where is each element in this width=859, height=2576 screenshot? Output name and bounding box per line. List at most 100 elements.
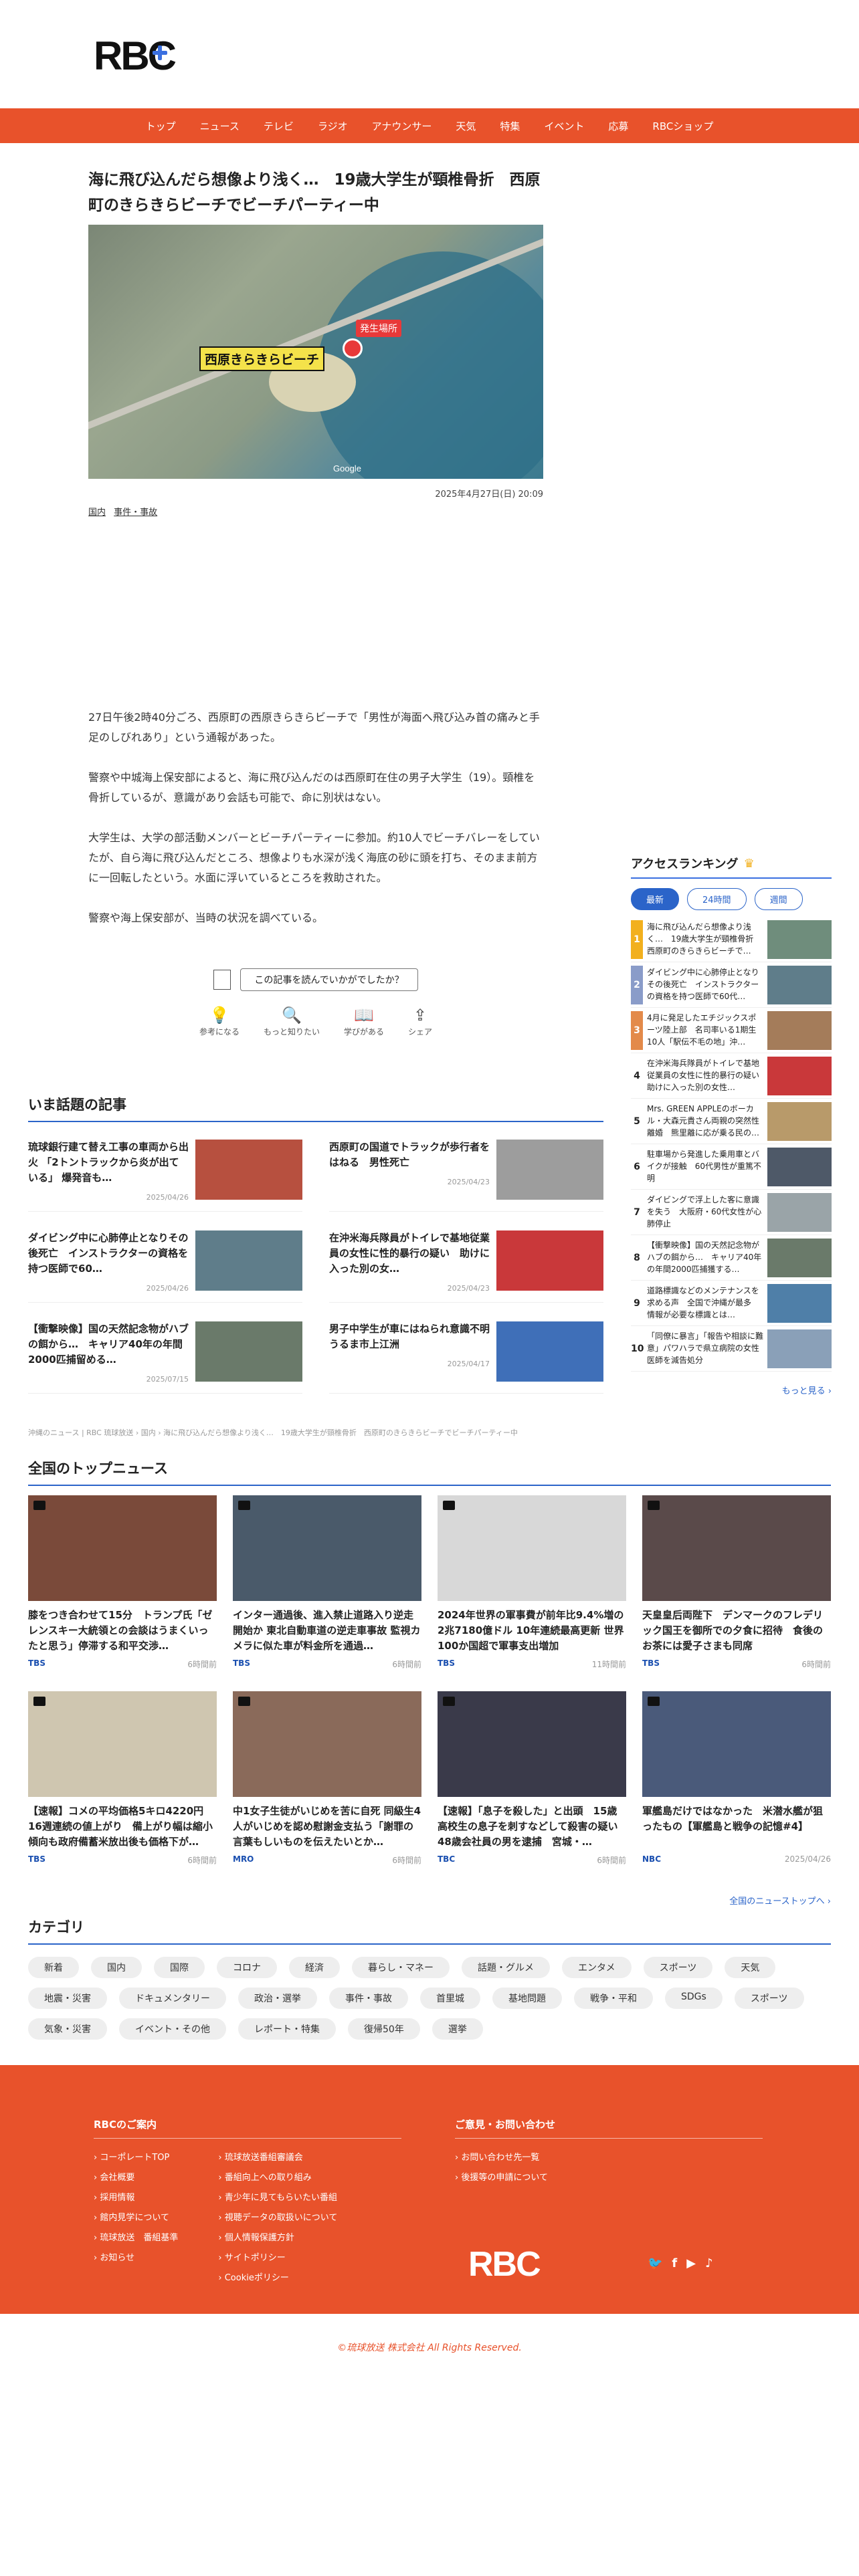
- category-chip[interactable]: 国際: [154, 1957, 205, 1978]
- footer-link[interactable]: 採用情報: [94, 2188, 178, 2208]
- footer-link[interactable]: 青少年に見てもらいたい番組: [218, 2188, 337, 2208]
- national-item[interactable]: 2024年世界の軍事費が前年比9.4%増の2兆7180億ドル 10年連続最高更新…: [438, 1495, 626, 1670]
- category-chip[interactable]: スポーツ: [734, 1988, 804, 2009]
- footer-about-title: RBCのご案内: [94, 2117, 401, 2139]
- nav-top[interactable]: トップ: [146, 119, 176, 133]
- ranking-thumb: [767, 1192, 832, 1232]
- footer-link[interactable]: お問い合わせ先一覧: [455, 2148, 763, 2168]
- trending-item[interactable]: ダイビング中に心肺停止となりその後死亡 インストラクターの資格を持つ医師で60……: [28, 1230, 302, 1303]
- reaction-share[interactable]: ⇪ シェア: [408, 1006, 432, 1037]
- footer-link[interactable]: 個人情報保護方針: [218, 2228, 337, 2248]
- category-chip[interactable]: 首里城: [420, 1988, 480, 2009]
- trending-item[interactable]: 男子中学生が車にはねられ意識不明 うるま市上江洲 2025/04/17: [329, 1321, 603, 1394]
- youtube-icon[interactable]: ▶: [686, 2256, 696, 2270]
- article-cat-link[interactable]: 事件・事故: [114, 508, 157, 518]
- footer-link[interactable]: 視聴データの取扱いについて: [218, 2208, 338, 2228]
- footer-link[interactable]: 会社概要: [94, 2168, 178, 2188]
- category-chip[interactable]: コロナ: [217, 1957, 277, 1978]
- footer-link[interactable]: Cookieポリシー: [218, 2268, 337, 2288]
- national-item[interactable]: 【速報】「息子を殺した」と出頭 15歳高校生の息子を刺すなどして殺害の疑い48歳…: [438, 1691, 626, 1866]
- footer-link[interactable]: 番組向上への取り組み: [218, 2168, 337, 2188]
- ranking-thumb: [767, 1010, 832, 1050]
- category-chip[interactable]: 基地問題: [492, 1988, 562, 2009]
- trending-item[interactable]: 琉球銀行建て替え工事の車両から出火 「2トントラックから炎が出ている」 爆発音も…: [28, 1140, 302, 1212]
- category-chip[interactable]: 復帰50年: [348, 2018, 420, 2040]
- ranking-item[interactable]: 9 道路標識などのメンテナンスを求める声 全国で沖縄が最多 情報が必要な標識とは…: [631, 1281, 832, 1326]
- book-icon: 📖: [354, 1006, 374, 1025]
- category-chip[interactable]: 戦争・平和: [574, 1988, 653, 2009]
- ranking-item[interactable]: 5 Mrs. GREEN APPLEのボーカル・大森元貴さん両親の突然性離婚 熊里…: [631, 1099, 832, 1144]
- category-chip[interactable]: スポーツ: [643, 1957, 713, 1978]
- nav-weather[interactable]: 天気: [456, 119, 476, 133]
- article-date: 2025年4月27日(日) 20:09: [435, 490, 543, 500]
- footer-link[interactable]: 琉球放送番組審議会: [218, 2148, 337, 2168]
- footer-link[interactable]: 館内見学について: [94, 2208, 178, 2228]
- trending-thumb: [496, 1321, 603, 1382]
- category-chip[interactable]: SDGs: [665, 1988, 723, 2009]
- category-chip[interactable]: ドキュメンタリー: [119, 1988, 226, 2009]
- footer-logo[interactable]: RBC: [468, 2244, 541, 2284]
- tab-24h[interactable]: 24時間: [687, 888, 747, 910]
- category-chip[interactable]: 政治・選挙: [238, 1988, 317, 2009]
- category-chip[interactable]: 経済: [289, 1957, 340, 1978]
- national-item[interactable]: 【速報】コメの平均価格5キロ4220円 16週連続の値上がり 備上がり幅は縮小傾…: [28, 1691, 217, 1866]
- ranking-item[interactable]: 10 「同僚に暴言」「報告や相談に難意」パワハラで県立病院の女性医師を減告処分: [631, 1326, 832, 1372]
- reaction-helpful[interactable]: 💡 参考になる: [199, 1006, 240, 1037]
- nav-announcer[interactable]: アナウンサー: [372, 119, 432, 133]
- trending-item[interactable]: 在沖米海兵隊員がトイレで基地従業員の女性に性的暴行の疑い 助けに入った別の女… 2…: [329, 1230, 603, 1303]
- category-chip[interactable]: 選挙: [432, 2018, 483, 2040]
- category-chip[interactable]: 話題・グルメ: [462, 1957, 550, 1978]
- ranking-item[interactable]: 7 ダイビングで浮上した客に意識を失う 大阪府・60代女性が心肺停止: [631, 1190, 832, 1235]
- category-chip[interactable]: レポート・特集: [238, 2018, 336, 2040]
- category-chip[interactable]: 気象・災害: [28, 2018, 107, 2040]
- category-chip[interactable]: 暮らし・マネー: [352, 1957, 450, 1978]
- category-chip[interactable]: 新着: [28, 1957, 79, 1978]
- national-item[interactable]: インター通過後、進入禁止道路入り逆走開始か 東北自動車道の逆走車事故 監視カメラ…: [233, 1495, 421, 1670]
- reaction-prompt-button[interactable]: この記事を読んでいかがでしたか？: [240, 968, 418, 991]
- category-chip[interactable]: イベント・その他: [119, 2018, 226, 2040]
- reaction-learn[interactable]: 📖 学びがある: [344, 1006, 384, 1037]
- national-item[interactable]: 膝をつき合わせて15分 トランプ氏「ゼレンスキー大統領との会談はうまくいったと思…: [28, 1495, 217, 1670]
- footer-link[interactable]: お知らせ: [94, 2248, 178, 2268]
- category-chip[interactable]: 天気: [725, 1957, 776, 1978]
- nav-apply[interactable]: 応募: [608, 119, 628, 133]
- reaction-want-more[interactable]: 🔍 もっと知りたい: [264, 1006, 320, 1037]
- tab-latest[interactable]: 最新: [631, 888, 680, 910]
- category-chip[interactable]: 地震・災害: [28, 1988, 107, 2009]
- video-icon: [33, 1501, 45, 1510]
- category-chip[interactable]: エンタメ: [562, 1957, 632, 1978]
- ranking-item[interactable]: 1 海に飛び込んだら想像より浅く… 19歳大学生が頸椎骨折 西原町のきらきらビーチ…: [631, 917, 832, 962]
- nav-event[interactable]: イベント: [544, 119, 584, 133]
- ranking-item[interactable]: 3 4月に発足したエチジックスポーツ陸上部 名司率いる1期生10人「駅伝不毛の地」…: [631, 1008, 832, 1053]
- tab-weekly[interactable]: 週間: [754, 888, 803, 910]
- national-more-link[interactable]: 全国のニューストップへ ›: [28, 1894, 831, 1907]
- trending-item[interactable]: 西原町の国道でトラックが歩行者をはねる 男性死亡 2025/04/23: [329, 1140, 603, 1212]
- nav-tv[interactable]: テレビ: [264, 119, 294, 133]
- map-pin-icon: [343, 338, 363, 358]
- article-cat-link[interactable]: 国内: [88, 508, 106, 518]
- trending-item[interactable]: 【衝撃映像】国の天然記念物がハブの餌から… キャリア40年の年間2000匹捕留め…: [28, 1321, 302, 1394]
- nav-radio[interactable]: ラジオ: [318, 119, 348, 133]
- category-chip[interactable]: 国内: [91, 1957, 142, 1978]
- nav-feature[interactable]: 特集: [500, 119, 520, 133]
- footer-link[interactable]: コーポレートTOP: [94, 2148, 178, 2168]
- category-chip[interactable]: 事件・事故: [329, 1988, 408, 2009]
- ranking-item[interactable]: 2 ダイビング中に心肺停止となりその後死亡 インストラクターの資格を持つ医師で60…: [631, 962, 832, 1008]
- ranking-item[interactable]: 8 【衝撃映像】国の天然記念物がハブの餌から… キャリア40年の年間2000匹捕獲…: [631, 1235, 832, 1281]
- nav-shop[interactable]: RBCショップ: [652, 119, 713, 133]
- national-item[interactable]: 中1女子生徒がいじめを苦に自死 同級生4人がいじめを認め慰謝金支払う「謝罪の言葉…: [233, 1691, 421, 1866]
- ranking-item[interactable]: 6 駐車場から発進した乗用車とバイクが接触 60代男性が重篤不明: [631, 1144, 832, 1190]
- ranking-more-link[interactable]: もっと見る ›: [631, 1384, 832, 1396]
- national-item[interactable]: 天皇皇后両陛下 デンマークのフレデリック国王を御所での夕食に招待 食後のお茶には…: [642, 1495, 831, 1670]
- footer-link[interactable]: サイトポリシー: [218, 2248, 337, 2268]
- nav-news[interactable]: ニュース: [200, 119, 240, 133]
- twitter-icon[interactable]: 🐦: [648, 2256, 662, 2270]
- breadcrumb[interactable]: 沖縄のニュース | RBC 琉球放送 › 国内 › 海に飛び込んだら想像より浅く…: [28, 1427, 518, 1438]
- footer-link[interactable]: 後援等の申請について: [455, 2168, 763, 2188]
- tiktok-icon[interactable]: ♪: [705, 2256, 713, 2270]
- ranking-item[interactable]: 4 在沖米海兵隊員がトイレで基地従業員の女性に性的暴行の疑い 助けに入った別の女性…: [631, 1053, 832, 1099]
- footer-link[interactable]: 琉球放送 番組基準: [94, 2228, 178, 2248]
- site-logo[interactable]: RBC: [94, 29, 177, 83]
- national-item[interactable]: 軍艦島だけではなかった 米潜水艦が狙ったもの【軍艦島と戦争の記憶#4】 NBC 20…: [642, 1691, 831, 1866]
- facebook-icon[interactable]: f: [672, 2256, 677, 2270]
